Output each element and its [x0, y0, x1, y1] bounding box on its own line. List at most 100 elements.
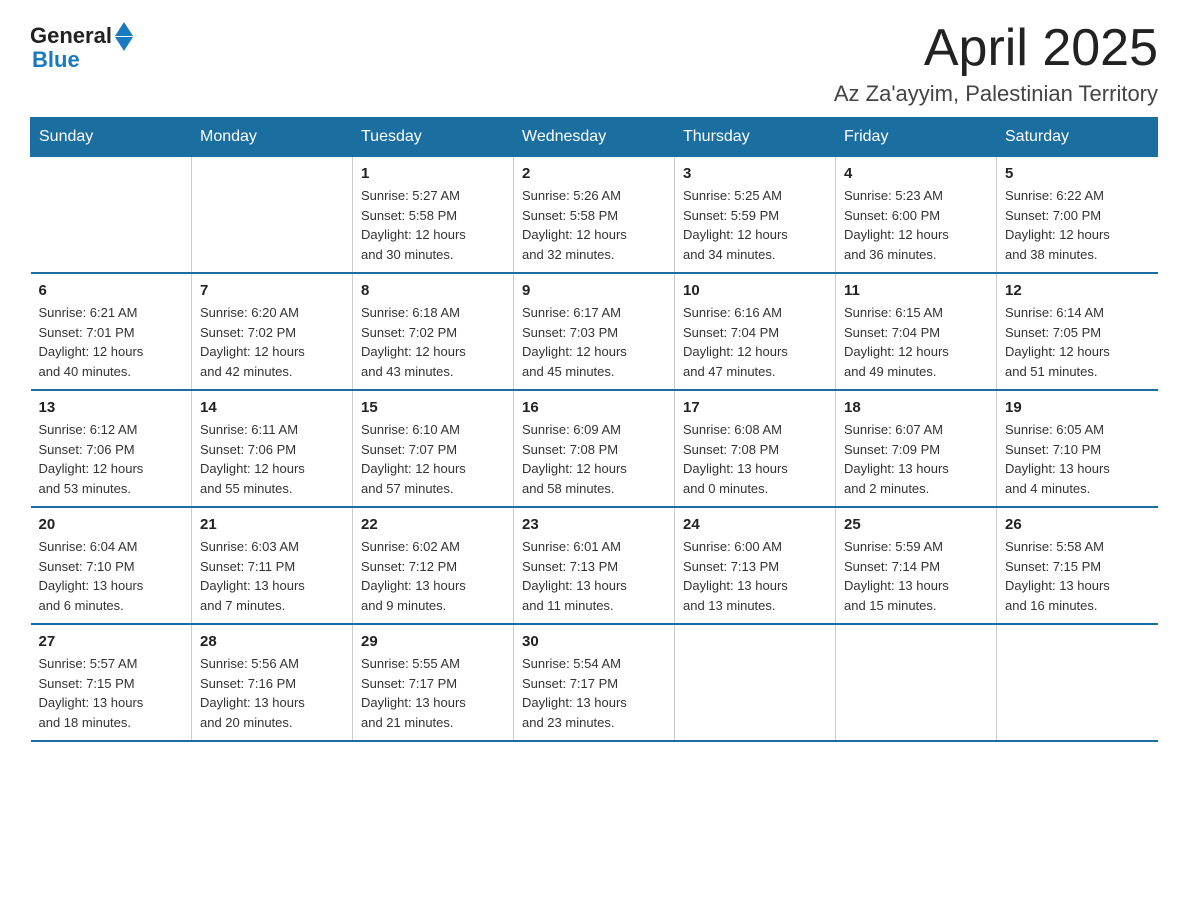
day-number: 9: [522, 282, 666, 299]
day-number: 22: [361, 516, 505, 533]
day-number: 30: [522, 633, 666, 650]
day-number: 4: [844, 165, 988, 182]
calendar-day-cell: 3 Sunrise: 5:25 AM Sunset: 5:59 PM Daylig…: [675, 157, 836, 274]
day-number: 15: [361, 399, 505, 416]
title-block: April 2025 Az Za'ayyim, Palestinian Terr…: [834, 20, 1158, 107]
calendar-day-cell: [997, 624, 1158, 741]
day-number: 11: [844, 282, 988, 299]
day-info: Sunrise: 6:11 AM Sunset: 7:06 PM Dayligh…: [200, 420, 344, 498]
day-of-week-header: Saturday: [997, 118, 1158, 157]
day-info: Sunrise: 6:01 AM Sunset: 7:13 PM Dayligh…: [522, 537, 666, 615]
day-info: Sunrise: 5:56 AM Sunset: 7:16 PM Dayligh…: [200, 654, 344, 732]
day-number: 18: [844, 399, 988, 416]
day-of-week-header: Monday: [192, 118, 353, 157]
day-of-week-header: Tuesday: [353, 118, 514, 157]
calendar-week-row: 20 Sunrise: 6:04 AM Sunset: 7:10 PM Dayli…: [31, 507, 1158, 624]
day-number: 26: [1005, 516, 1150, 533]
calendar-day-cell: 1 Sunrise: 5:27 AM Sunset: 5:58 PM Daylig…: [353, 157, 514, 274]
day-number: 16: [522, 399, 666, 416]
logo-general-text: General: [30, 23, 112, 49]
day-number: 3: [683, 165, 827, 182]
calendar-day-cell: 22 Sunrise: 6:02 AM Sunset: 7:12 PM Dayli…: [353, 507, 514, 624]
calendar-day-cell: 26Sunrise: 5:58 AM Sunset: 7:15 PM Dayli…: [997, 507, 1158, 624]
calendar-day-cell: 8Sunrise: 6:18 AM Sunset: 7:02 PM Daylig…: [353, 273, 514, 390]
calendar-day-cell: [192, 157, 353, 274]
day-number: 12: [1005, 282, 1150, 299]
day-of-week-header: Friday: [836, 118, 997, 157]
day-number: 24: [683, 516, 827, 533]
day-number: 14: [200, 399, 344, 416]
day-number: 7: [200, 282, 344, 299]
calendar-day-cell: 4 Sunrise: 5:23 AM Sunset: 6:00 PM Daylig…: [836, 157, 997, 274]
day-info: Sunrise: 6:09 AM Sunset: 7:08 PM Dayligh…: [522, 420, 666, 498]
day-info: Sunrise: 6:14 AM Sunset: 7:05 PM Dayligh…: [1005, 303, 1150, 381]
logo: General Blue: [30, 20, 133, 73]
day-info: Sunrise: 5:55 AM Sunset: 7:17 PM Dayligh…: [361, 654, 505, 732]
day-info: Sunrise: 6:03 AM Sunset: 7:11 PM Dayligh…: [200, 537, 344, 615]
day-of-week-header: Wednesday: [514, 118, 675, 157]
calendar-day-cell: 29 Sunrise: 5:55 AM Sunset: 7:17 PM Dayli…: [353, 624, 514, 741]
day-number: 10: [683, 282, 827, 299]
day-info: Sunrise: 6:20 AM Sunset: 7:02 PM Dayligh…: [200, 303, 344, 381]
calendar-day-cell: 7 Sunrise: 6:20 AM Sunset: 7:02 PM Daylig…: [192, 273, 353, 390]
location-title: Az Za'ayyim, Palestinian Territory: [834, 81, 1158, 107]
calendar-body: 1 Sunrise: 5:27 AM Sunset: 5:58 PM Daylig…: [31, 157, 1158, 742]
calendar-day-cell: [675, 624, 836, 741]
day-number: 21: [200, 516, 344, 533]
day-info: Sunrise: 5:59 AM Sunset: 7:14 PM Dayligh…: [844, 537, 988, 615]
day-info: Sunrise: 6:15 AM Sunset: 7:04 PM Dayligh…: [844, 303, 988, 381]
calendar-day-cell: 2 Sunrise: 5:26 AM Sunset: 5:58 PM Daylig…: [514, 157, 675, 274]
calendar-day-cell: 30Sunrise: 5:54 AM Sunset: 7:17 PM Dayli…: [514, 624, 675, 741]
day-info: Sunrise: 5:27 AM Sunset: 5:58 PM Dayligh…: [361, 186, 505, 264]
day-info: Sunrise: 6:04 AM Sunset: 7:10 PM Dayligh…: [39, 537, 184, 615]
calendar-day-cell: 5 Sunrise: 6:22 AM Sunset: 7:00 PM Daylig…: [997, 157, 1158, 274]
calendar-week-row: 13Sunrise: 6:12 AM Sunset: 7:06 PM Dayli…: [31, 390, 1158, 507]
day-info: Sunrise: 5:25 AM Sunset: 5:59 PM Dayligh…: [683, 186, 827, 264]
day-number: 19: [1005, 399, 1150, 416]
day-info: Sunrise: 6:21 AM Sunset: 7:01 PM Dayligh…: [39, 303, 184, 381]
day-number: 6: [39, 282, 184, 299]
calendar-day-cell: 14 Sunrise: 6:11 AM Sunset: 7:06 PM Dayli…: [192, 390, 353, 507]
calendar-day-cell: 11 Sunrise: 6:15 AM Sunset: 7:04 PM Dayli…: [836, 273, 997, 390]
calendar-day-cell: 20 Sunrise: 6:04 AM Sunset: 7:10 PM Dayli…: [31, 507, 192, 624]
calendar-day-cell: 13Sunrise: 6:12 AM Sunset: 7:06 PM Dayli…: [31, 390, 192, 507]
calendar-day-cell: [836, 624, 997, 741]
calendar-day-cell: 10Sunrise: 6:16 AM Sunset: 7:04 PM Dayli…: [675, 273, 836, 390]
calendar-day-cell: 28Sunrise: 5:56 AM Sunset: 7:16 PM Dayli…: [192, 624, 353, 741]
calendar-day-cell: 23 Sunrise: 6:01 AM Sunset: 7:13 PM Dayli…: [514, 507, 675, 624]
calendar-day-cell: 24 Sunrise: 6:00 AM Sunset: 7:13 PM Dayli…: [675, 507, 836, 624]
calendar-week-row: 6 Sunrise: 6:21 AM Sunset: 7:01 PM Daylig…: [31, 273, 1158, 390]
calendar-day-cell: 18 Sunrise: 6:07 AM Sunset: 7:09 PM Dayli…: [836, 390, 997, 507]
calendar-day-cell: 16 Sunrise: 6:09 AM Sunset: 7:08 PM Dayli…: [514, 390, 675, 507]
day-info: Sunrise: 6:07 AM Sunset: 7:09 PM Dayligh…: [844, 420, 988, 498]
calendar-day-cell: 12 Sunrise: 6:14 AM Sunset: 7:05 PM Dayli…: [997, 273, 1158, 390]
day-info: Sunrise: 6:17 AM Sunset: 7:03 PM Dayligh…: [522, 303, 666, 381]
calendar-day-cell: 27Sunrise: 5:57 AM Sunset: 7:15 PM Dayli…: [31, 624, 192, 741]
day-info: Sunrise: 6:00 AM Sunset: 7:13 PM Dayligh…: [683, 537, 827, 615]
day-number: 20: [39, 516, 184, 533]
day-info: Sunrise: 6:22 AM Sunset: 7:00 PM Dayligh…: [1005, 186, 1150, 264]
day-info: Sunrise: 6:08 AM Sunset: 7:08 PM Dayligh…: [683, 420, 827, 498]
day-info: Sunrise: 6:05 AM Sunset: 7:10 PM Dayligh…: [1005, 420, 1150, 498]
day-number: 23: [522, 516, 666, 533]
calendar-day-cell: 25Sunrise: 5:59 AM Sunset: 7:14 PM Dayli…: [836, 507, 997, 624]
calendar-day-cell: 17 Sunrise: 6:08 AM Sunset: 7:08 PM Dayli…: [675, 390, 836, 507]
day-info: Sunrise: 5:26 AM Sunset: 5:58 PM Dayligh…: [522, 186, 666, 264]
day-number: 29: [361, 633, 505, 650]
calendar-header: SundayMondayTuesdayWednesdayThursdayFrid…: [31, 118, 1158, 157]
calendar-day-cell: 6 Sunrise: 6:21 AM Sunset: 7:01 PM Daylig…: [31, 273, 192, 390]
day-number: 5: [1005, 165, 1150, 182]
day-info: Sunrise: 6:02 AM Sunset: 7:12 PM Dayligh…: [361, 537, 505, 615]
calendar-day-cell: [31, 157, 192, 274]
page-header: General Blue April 2025 Az Za'ayyim, Pal…: [30, 20, 1158, 107]
calendar-day-cell: 9 Sunrise: 6:17 AM Sunset: 7:03 PM Daylig…: [514, 273, 675, 390]
day-of-week-header: Thursday: [675, 118, 836, 157]
calendar-week-row: 1 Sunrise: 5:27 AM Sunset: 5:58 PM Daylig…: [31, 157, 1158, 274]
day-of-week-header: Sunday: [31, 118, 192, 157]
day-number: 1: [361, 165, 505, 182]
day-info: Sunrise: 6:12 AM Sunset: 7:06 PM Dayligh…: [39, 420, 184, 498]
day-number: 17: [683, 399, 827, 416]
day-number: 2: [522, 165, 666, 182]
day-info: Sunrise: 5:23 AM Sunset: 6:00 PM Dayligh…: [844, 186, 988, 264]
logo-blue-text: Blue: [32, 47, 80, 73]
